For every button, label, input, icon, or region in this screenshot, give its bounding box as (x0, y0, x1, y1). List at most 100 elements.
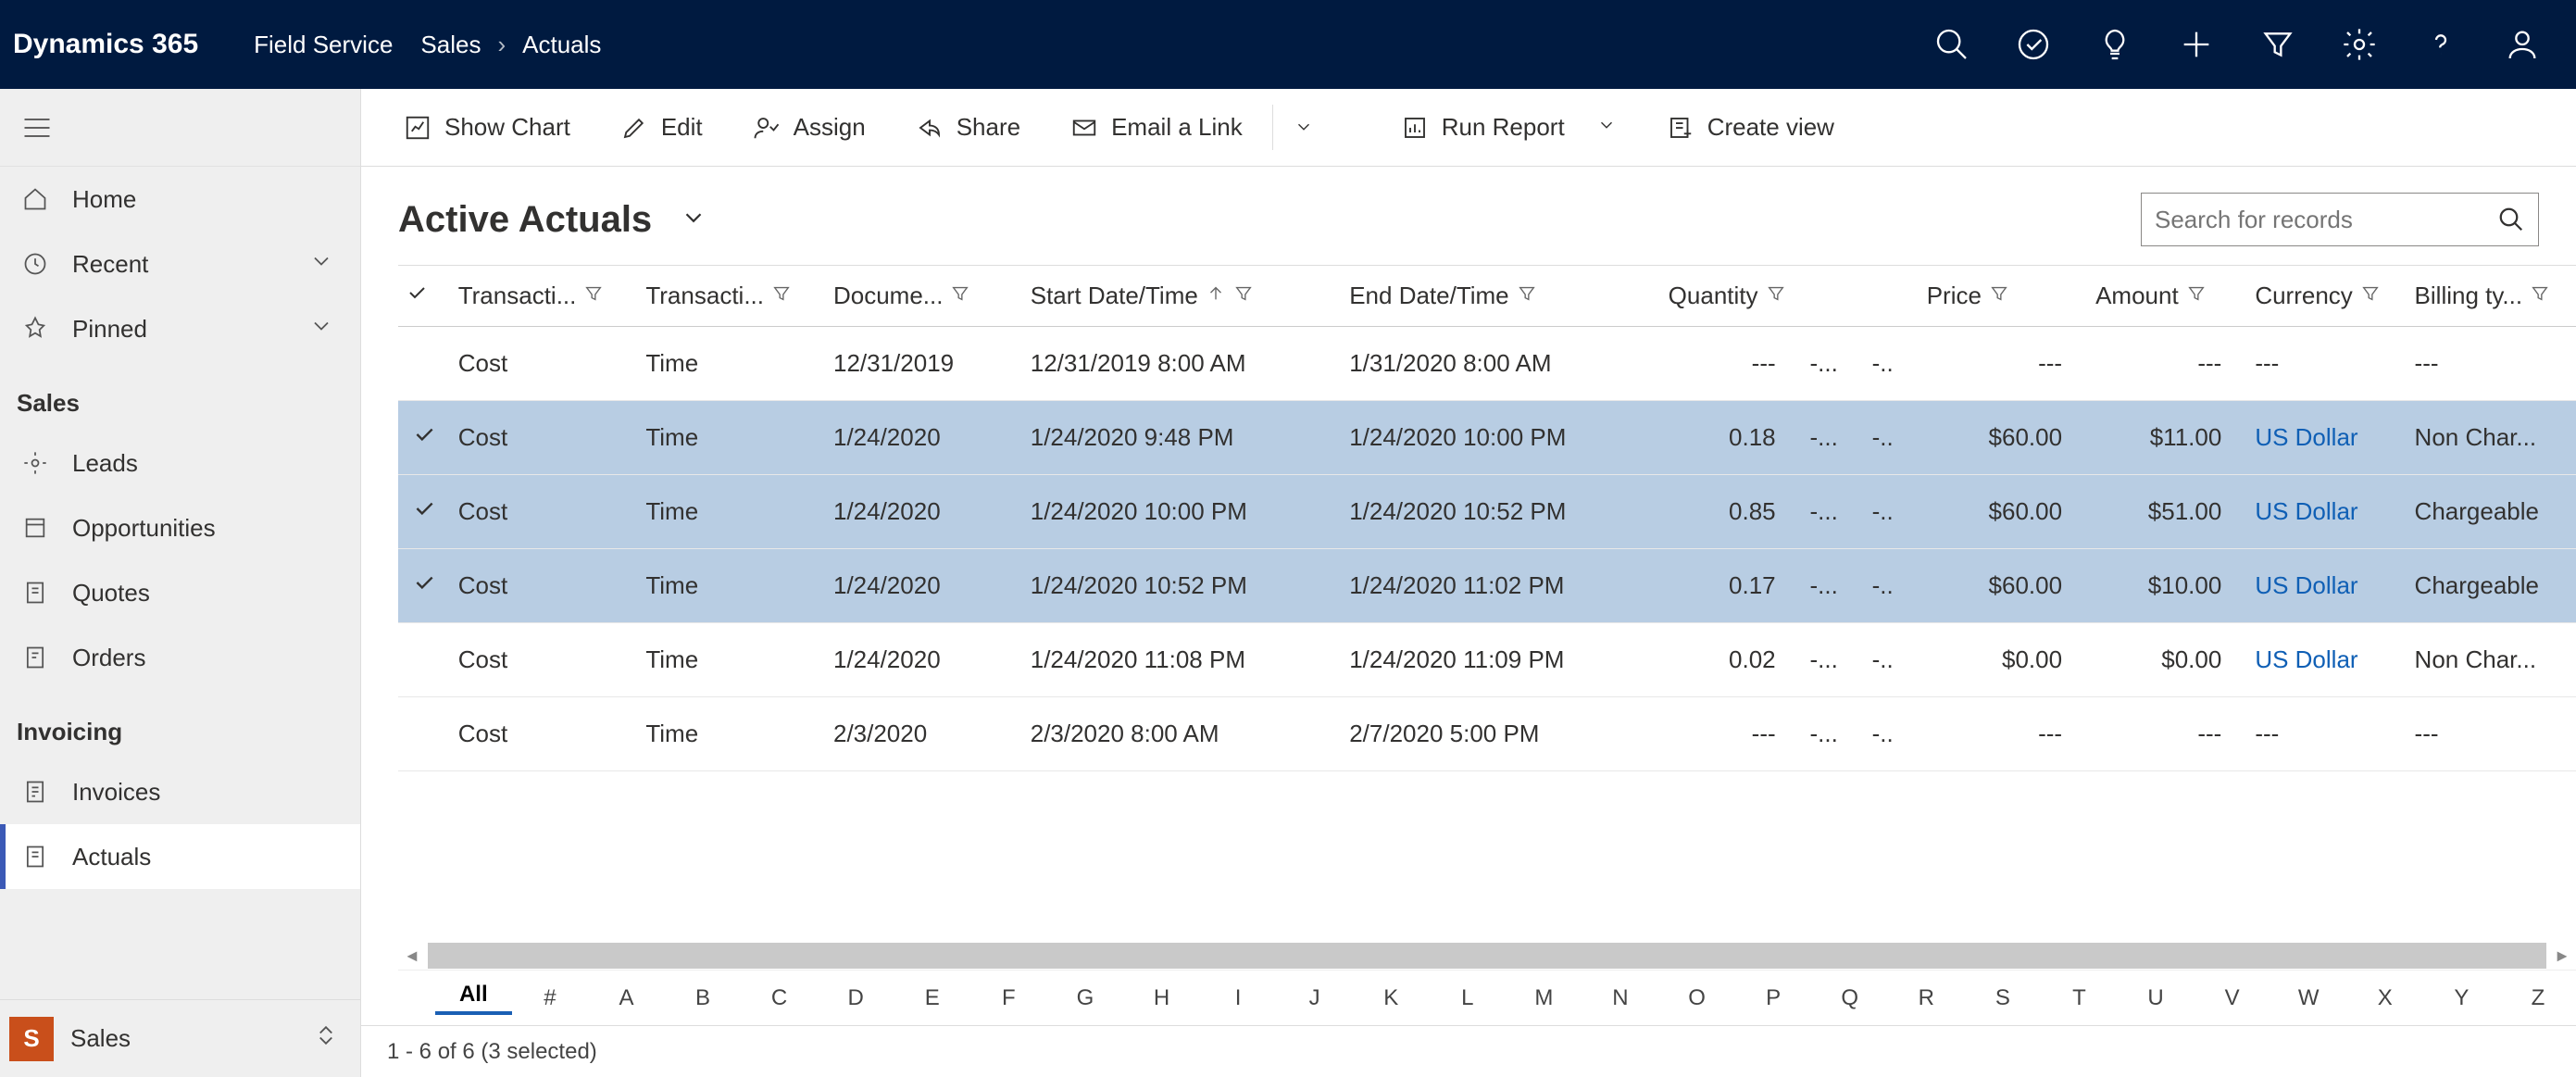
alpha-filter-T[interactable]: T (2041, 985, 2118, 1011)
table-row[interactable]: CostTime12/31/201912/31/2019 8:00 AM1/31… (398, 327, 2576, 401)
module-name[interactable]: Field Service (226, 31, 420, 59)
filter-icon[interactable] (1989, 282, 2009, 310)
alpha-filter-M[interactable]: M (1506, 985, 1582, 1011)
column-header[interactable] (1864, 266, 1919, 327)
filter-icon[interactable] (2360, 282, 2381, 310)
filter-icon[interactable] (1517, 282, 1537, 310)
search-icon[interactable] (1911, 0, 1993, 89)
email-link-dropdown[interactable] (1272, 105, 1334, 151)
alpha-filter-All[interactable]: All (435, 982, 512, 1015)
column-header[interactable]: Currency (2247, 266, 2407, 327)
sidebar-area-switcher[interactable]: S Sales (0, 999, 360, 1077)
currency-link[interactable]: US Dollar (2255, 423, 2357, 451)
help-icon[interactable] (2400, 0, 2482, 89)
gear-icon[interactable] (2319, 0, 2400, 89)
select-all-header[interactable] (398, 266, 451, 327)
sidebar-item-orders[interactable]: Orders (0, 625, 360, 690)
alpha-filter-S[interactable]: S (1965, 985, 2042, 1011)
task-icon[interactable] (1993, 0, 2074, 89)
column-header[interactable]: Price (1919, 266, 2088, 327)
alpha-filter-F[interactable]: F (970, 985, 1047, 1011)
alpha-filter-K[interactable]: K (1353, 985, 1430, 1011)
column-header[interactable]: End Date/Time (1342, 266, 1660, 327)
table-row[interactable]: CostTime1/24/20201/24/2020 11:08 PM1/24/… (398, 623, 2576, 697)
view-selector[interactable]: Active Actuals (398, 199, 707, 241)
alpha-filter-D[interactable]: D (818, 985, 894, 1011)
edit-button[interactable]: Edit (600, 89, 723, 166)
filter-icon[interactable] (2186, 282, 2207, 310)
alpha-filter-H[interactable]: H (1123, 985, 1200, 1011)
share-button[interactable]: Share (895, 89, 1041, 166)
alpha-filter-N[interactable]: N (1582, 985, 1659, 1011)
sidebar-item-home[interactable]: Home (0, 167, 360, 232)
row-select-cell[interactable] (398, 475, 451, 549)
row-select-cell[interactable] (398, 327, 451, 401)
alpha-filter-A[interactable]: A (588, 985, 665, 1011)
column-header[interactable]: Transacti... (451, 266, 639, 327)
table-row[interactable]: CostTime2/3/20202/3/2020 8:00 AM2/7/2020… (398, 697, 2576, 771)
alpha-filter-Y[interactable]: Y (2423, 985, 2500, 1011)
alpha-filter-X[interactable]: X (2346, 985, 2423, 1011)
row-select-cell[interactable] (398, 401, 451, 475)
filter-icon[interactable] (1766, 282, 1786, 310)
create-view-button[interactable]: Create view (1646, 89, 1855, 166)
column-header[interactable]: Start Date/Time (1023, 266, 1342, 327)
sidebar-item-invoices[interactable]: Invoices (0, 759, 360, 824)
alpha-filter-#[interactable]: # (512, 985, 589, 1011)
alpha-filter-E[interactable]: E (894, 985, 970, 1011)
currency-link[interactable]: US Dollar (2255, 645, 2357, 673)
column-header[interactable]: Docume... (826, 266, 1023, 327)
add-icon[interactable] (2156, 0, 2237, 89)
table-row[interactable]: CostTime1/24/20201/24/2020 10:00 PM1/24/… (398, 475, 2576, 549)
sidebar-item-pinned[interactable]: Pinned (0, 296, 360, 361)
column-header[interactable]: Quantity (1661, 266, 1802, 327)
alpha-filter-R[interactable]: R (1888, 985, 1965, 1011)
hamburger-button[interactable] (0, 89, 360, 167)
alpha-filter-P[interactable]: P (1735, 985, 1812, 1011)
alpha-filter-J[interactable]: J (1276, 985, 1353, 1011)
alpha-filter-O[interactable]: O (1658, 985, 1735, 1011)
row-select-cell[interactable] (398, 623, 451, 697)
brand[interactable]: Dynamics 365 (13, 29, 226, 60)
person-icon[interactable] (2482, 0, 2563, 89)
sidebar-item-leads[interactable]: Leads (0, 431, 360, 495)
alpha-filter-G[interactable]: G (1047, 985, 1124, 1011)
email-link-button[interactable]: Email a Link (1050, 89, 1263, 166)
alpha-filter-C[interactable]: C (741, 985, 818, 1011)
scroll-left-icon[interactable]: ◄ (400, 946, 424, 966)
currency-link[interactable]: US Dollar (2255, 571, 2357, 599)
table-row[interactable]: CostTime1/24/20201/24/2020 10:52 PM1/24/… (398, 549, 2576, 623)
alpha-filter-L[interactable]: L (1430, 985, 1507, 1011)
row-select-cell[interactable] (398, 549, 451, 623)
run-report-button[interactable]: Run Report (1381, 89, 1637, 166)
filter-icon[interactable] (583, 282, 604, 310)
sidebar-item-opportunities[interactable]: Opportunities (0, 495, 360, 560)
filter-icon[interactable] (2237, 0, 2319, 89)
show-chart-button[interactable]: Show Chart (383, 89, 591, 166)
filter-icon[interactable] (1233, 282, 1254, 310)
lightbulb-icon[interactable] (2074, 0, 2156, 89)
scroll-right-icon[interactable]: ► (2550, 946, 2574, 966)
filter-icon[interactable] (771, 282, 792, 310)
filter-icon[interactable] (2530, 282, 2550, 310)
alpha-filter-Z[interactable]: Z (2500, 985, 2576, 1011)
row-select-cell[interactable] (398, 697, 451, 771)
alpha-filter-Q[interactable]: Q (1811, 985, 1888, 1011)
table-row[interactable]: CostTime1/24/20201/24/2020 9:48 PM1/24/2… (398, 401, 2576, 475)
horizontal-scrollbar[interactable]: ◄ ► (398, 942, 2576, 970)
alpha-filter-W[interactable]: W (2270, 985, 2347, 1011)
column-header[interactable] (1802, 266, 1864, 327)
assign-button[interactable]: Assign (732, 89, 886, 166)
sidebar-item-recent[interactable]: Recent (0, 232, 360, 296)
scrollbar-thumb[interactable] (428, 943, 2038, 969)
breadcrumb-actuals[interactable]: Actuals (522, 31, 601, 59)
sidebar-item-actuals[interactable]: Actuals (0, 824, 360, 889)
alpha-filter-B[interactable]: B (665, 985, 742, 1011)
alpha-filter-V[interactable]: V (2194, 985, 2270, 1011)
column-header[interactable]: Transacti... (638, 266, 826, 327)
breadcrumb-sales[interactable]: Sales (420, 31, 481, 59)
column-header[interactable]: Amount (2088, 266, 2247, 327)
currency-link[interactable]: US Dollar (2255, 497, 2357, 525)
sidebar-item-quotes[interactable]: Quotes (0, 560, 360, 625)
filter-icon[interactable] (950, 282, 970, 310)
